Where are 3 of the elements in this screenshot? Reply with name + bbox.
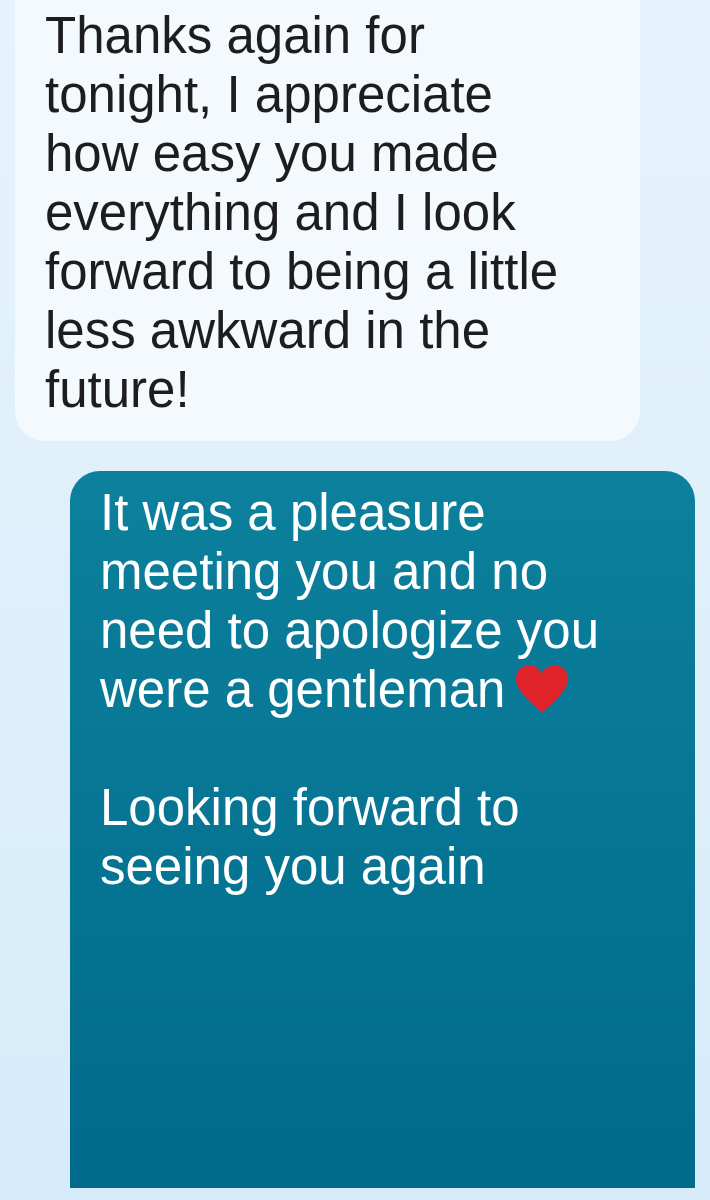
message-text: Looking forward to seeing you again [100,778,521,896]
message-text: It was a pleasure meeting you and no need to apologize you were a gentleman [100,483,601,719]
message-text: Thanks again for tonight, I appreciate how easy you made everything and I look forward to being a little less awkward in the future! [45,6,560,419]
